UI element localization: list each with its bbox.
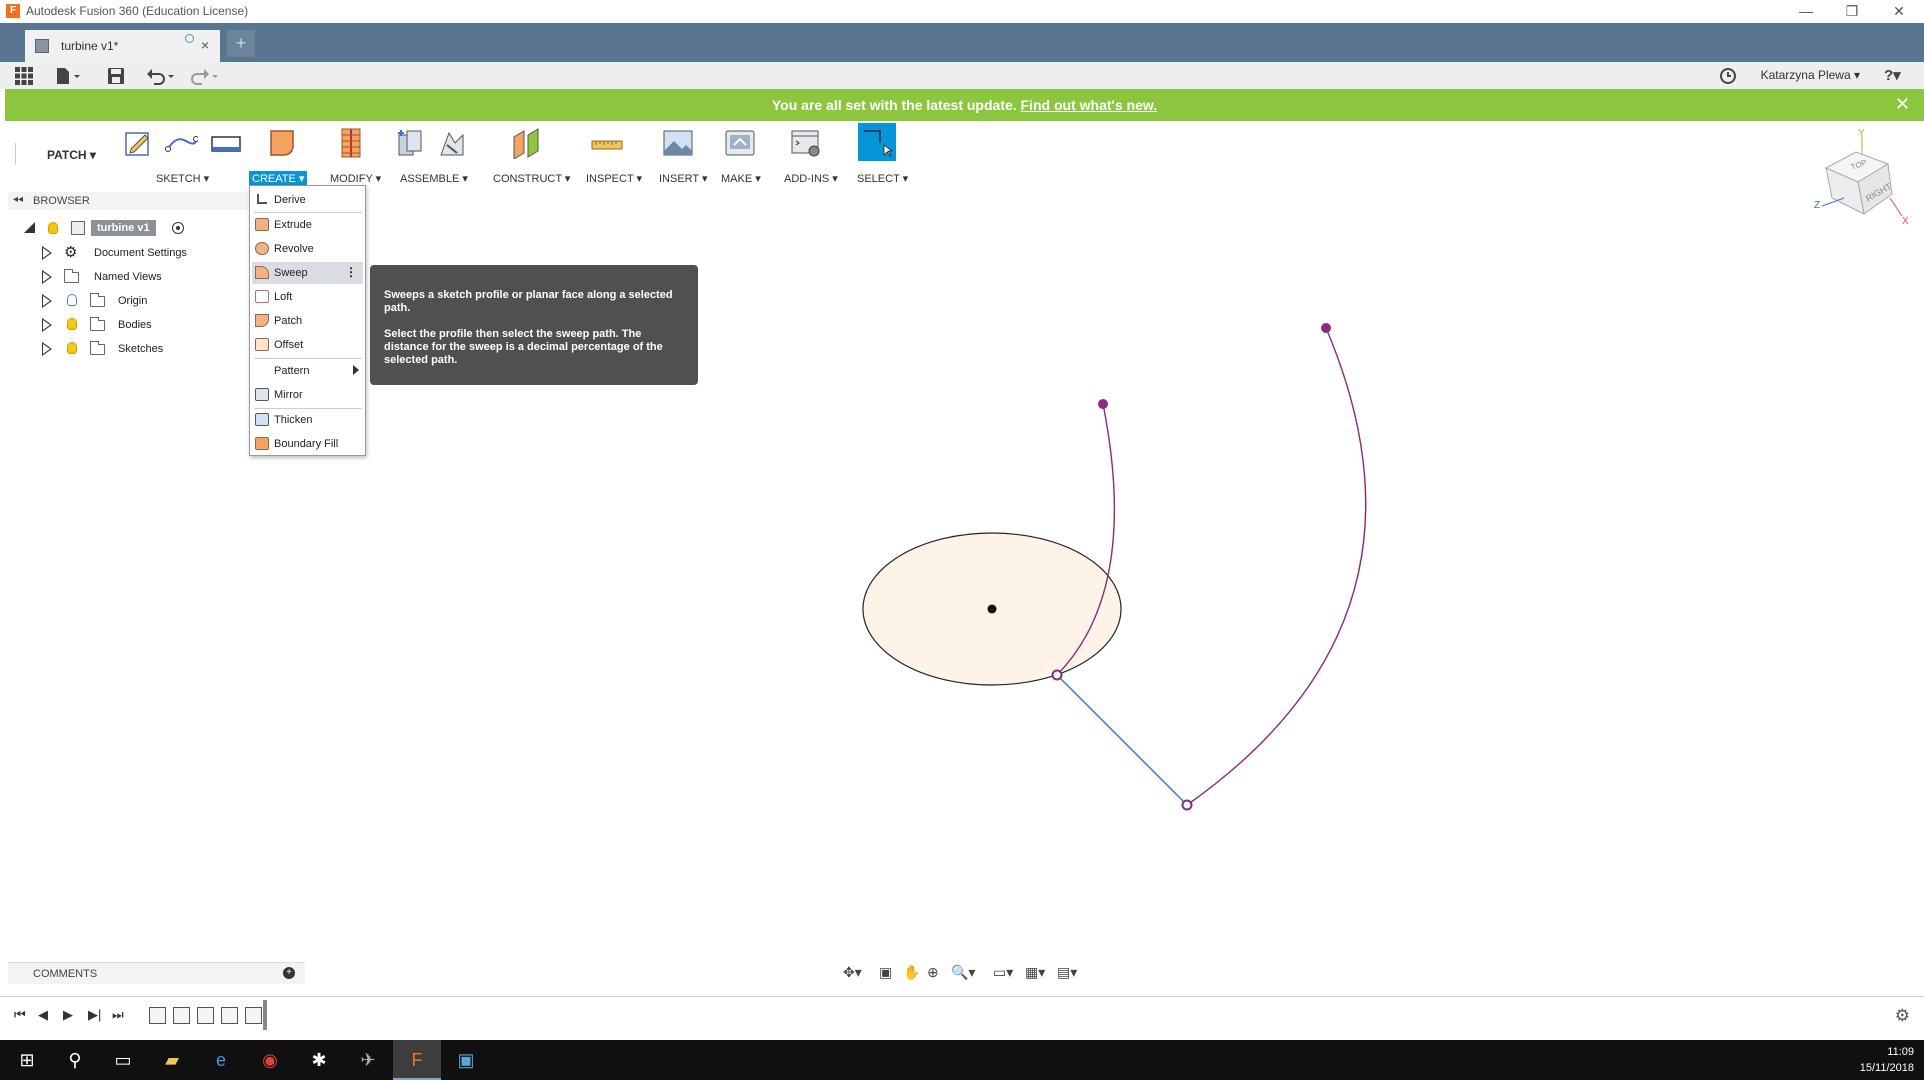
- app-icon[interactable]: ✈: [344, 1040, 392, 1080]
- add-comment-button[interactable]: +: [283, 967, 295, 979]
- fusion-360-taskbar-icon[interactable]: F: [393, 1040, 441, 1080]
- fit-zoom-icon[interactable]: 🔍▾: [951, 964, 975, 981]
- go-to-start-icon[interactable]: ⏮: [14, 1007, 26, 1023]
- boundary-fill-icon: [255, 437, 269, 450]
- timeline-position-marker[interactable]: [263, 1000, 267, 1030]
- search-icon[interactable]: ⚲: [51, 1040, 99, 1080]
- arc-endpoint[interactable]: [1321, 323, 1331, 333]
- file-explorer-icon[interactable]: ▰: [148, 1040, 196, 1080]
- menu-item-offset[interactable]: Offset: [252, 334, 363, 356]
- menu-item-label: Boundary Fill: [274, 438, 339, 450]
- circle-center-point[interactable]: [987, 604, 997, 614]
- comments-label: COMMENTS: [33, 968, 98, 980]
- menu-item-label: Offset: [274, 339, 304, 351]
- edge-browser-icon[interactable]: e: [197, 1040, 245, 1080]
- viewcube[interactable]: TOP RIGHT Y Z X: [1812, 128, 1912, 228]
- menu-item-extrude[interactable]: Extrude: [252, 214, 363, 236]
- menu-item-boundary-fill[interactable]: Boundary Fill: [252, 433, 363, 455]
- menu-item-label: Mirror: [274, 389, 303, 401]
- more-options-icon[interactable]: ⋮: [345, 265, 357, 279]
- menu-item-label: Thicken: [274, 414, 313, 426]
- loft-icon: [255, 290, 269, 303]
- look-at-icon[interactable]: ▣: [879, 964, 892, 981]
- submenu-arrow-icon: [353, 365, 359, 375]
- timeline-settings-gear-icon[interactable]: ⚙: [1895, 1006, 1910, 1026]
- axis-x-label: X: [1902, 216, 1909, 227]
- timeline-feature[interactable]: [197, 1007, 214, 1024]
- menu-item-label: Pattern: [274, 365, 310, 377]
- menu-item-thicken[interactable]: Thicken: [252, 409, 363, 431]
- chrome-browser-icon[interactable]: ◉: [246, 1040, 294, 1080]
- menu-separator: [254, 212, 362, 213]
- menu-item-mirror[interactable]: Mirror: [252, 384, 363, 406]
- display-settings-icon[interactable]: ▭▾: [993, 964, 1013, 981]
- sketch-point[interactable]: [1181, 799, 1193, 811]
- menu-item-label: Sweep: [274, 267, 308, 279]
- windows-taskbar: ⊞ ⚲ ▭ ▰ e ◉ ✱ ✈ F ▣ 11:09 15/11/2018: [0, 1040, 1924, 1080]
- menu-item-label: Revolve: [274, 243, 314, 255]
- patch-icon: [255, 314, 269, 327]
- axis-y-label: Y: [1858, 128, 1865, 139]
- menu-item-derive[interactable]: Derive: [252, 189, 363, 211]
- slack-icon[interactable]: ✱: [295, 1040, 343, 1080]
- pan-hand-icon[interactable]: ✋: [903, 964, 920, 981]
- timeline-sketch-feature[interactable]: [149, 1007, 166, 1024]
- menu-item-revolve[interactable]: Revolve: [252, 238, 363, 260]
- tooltip-summary: Sweeps a sketch profile or planar face a…: [384, 289, 673, 314]
- start-windows-icon[interactable]: ⊞: [3, 1040, 51, 1080]
- menu-item-label: Derive: [274, 194, 306, 206]
- orbit-icon[interactable]: ✥▾: [843, 964, 862, 981]
- clock-time: 11:09: [1887, 1046, 1914, 1058]
- menu-item-label: Loft: [274, 291, 293, 303]
- revolve-icon: [255, 242, 269, 255]
- menu-item-sweep[interactable]: Sweep ⋮: [252, 262, 363, 284]
- viewports-icon[interactable]: ▤▾: [1057, 964, 1077, 981]
- play-icon[interactable]: ▶: [63, 1007, 73, 1023]
- photos-icon[interactable]: ▣: [442, 1040, 490, 1080]
- zoom-icon[interactable]: ⊕: [927, 964, 939, 981]
- menu-item-label: Patch: [274, 315, 303, 327]
- create-dropdown-menu: Derive Extrude Revolve Sweep ⋮ Loft Patc…: [249, 185, 366, 456]
- go-to-end-icon[interactable]: ⏭: [112, 1007, 124, 1023]
- sweep-tooltip: Sweeps a sketch profile or planar face a…: [370, 265, 698, 385]
- step-back-icon[interactable]: ◀: [38, 1007, 48, 1023]
- timeline-sketch-feature[interactable]: [245, 1007, 262, 1024]
- thicken-icon: [255, 413, 269, 426]
- timeline-bar: ⏮ ◀ ▶ ▶| ⏭ ⚙: [0, 996, 1924, 1035]
- extrude-icon: [255, 218, 269, 231]
- sketch-line[interactable]: [1056, 674, 1188, 806]
- menu-separator: [254, 358, 362, 359]
- navigation-toolbar: ✥▾ ▣ ✋ ⊕ 🔍▾ ▭▾ ▦▾ ▤▾: [837, 962, 1089, 984]
- comments-panel[interactable]: COMMENTS +: [8, 962, 305, 984]
- menu-item-pattern[interactable]: Pattern: [252, 360, 363, 382]
- timeline-feature[interactable]: [173, 1007, 190, 1024]
- mirror-icon: [255, 388, 269, 401]
- menu-item-patch[interactable]: Patch: [252, 310, 363, 332]
- sweep-icon: [255, 266, 269, 279]
- tooltip-detail: Select the profile then select the sweep…: [384, 328, 663, 366]
- arc-endpoint[interactable]: [1098, 399, 1108, 409]
- clock-date: 15/11/2018: [1859, 1062, 1914, 1074]
- task-view-icon[interactable]: ▭: [99, 1040, 147, 1080]
- menu-item-label: Extrude: [274, 219, 312, 231]
- sketch-point[interactable]: [1051, 669, 1063, 681]
- design-canvas[interactable]: [0, 0, 1924, 1040]
- menu-item-loft[interactable]: Loft: [252, 286, 363, 308]
- sweep-path-outer-arc[interactable]: [1186, 327, 1367, 806]
- offset-icon: [255, 338, 269, 351]
- axis-z-label: Z: [1814, 200, 1820, 211]
- derive-icon: [257, 194, 267, 204]
- timeline-sketch-feature[interactable]: [221, 1007, 238, 1024]
- system-clock[interactable]: 11:09 15/11/2018: [1860, 1044, 1914, 1076]
- grid-settings-icon[interactable]: ▦▾: [1025, 964, 1045, 981]
- step-forward-icon[interactable]: ▶|: [88, 1007, 101, 1023]
